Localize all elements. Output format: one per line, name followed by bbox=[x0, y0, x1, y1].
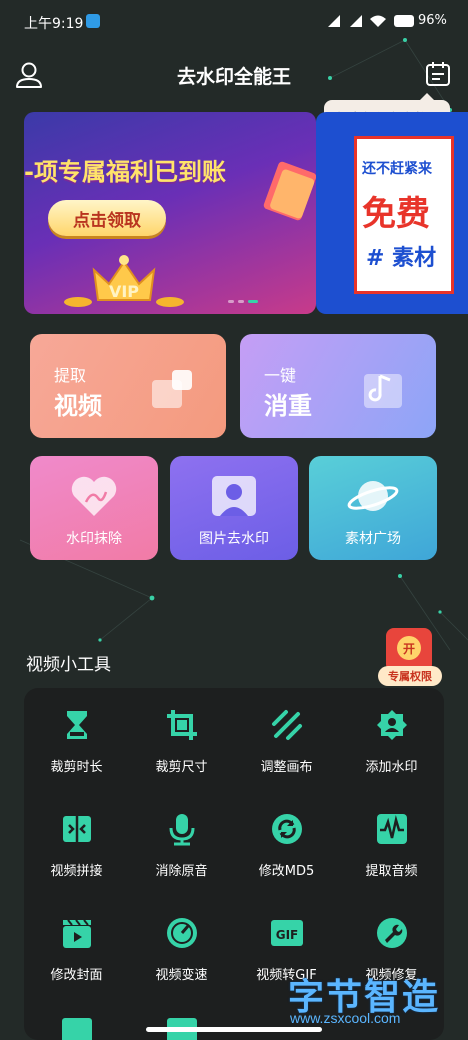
tool-label: 视频拼接 bbox=[50, 864, 103, 879]
svg-text:GIF: GIF bbox=[276, 928, 299, 942]
dedupe-card[interactable]: 一键 消重 bbox=[240, 334, 436, 438]
card-label: 素材广场 bbox=[345, 531, 401, 547]
red-packet-coin: 开 bbox=[397, 636, 421, 660]
banner2-line1: 还不赶紧来 bbox=[362, 161, 432, 177]
status-bar: 上午9:19 96% bbox=[0, 0, 468, 44]
tool-label: 消除原音 bbox=[155, 864, 208, 879]
notification-app-icon bbox=[86, 14, 100, 28]
tool-label: 修改封面 bbox=[50, 968, 103, 983]
tool-modify-md5[interactable]: 修改MD5 bbox=[234, 792, 339, 892]
tool-trim-duration[interactable]: 裁剪时长 bbox=[24, 688, 129, 788]
tool-remove-audio[interactable]: 消除原音 bbox=[129, 792, 234, 892]
promo-banner[interactable]: -项专属福利已到账 点击领取 VIP bbox=[24, 112, 316, 314]
tool-row4-icon-1 bbox=[62, 1018, 92, 1040]
image-watermark-card[interactable]: 图片去水印 bbox=[170, 456, 298, 560]
page-title: 去水印全能王 bbox=[176, 66, 291, 88]
canvas-stripes-icon bbox=[272, 710, 302, 740]
tool-crop-size[interactable]: 裁剪尺寸 bbox=[129, 688, 234, 788]
home-indicator[interactable] bbox=[146, 1027, 322, 1032]
heart-erase-icon bbox=[71, 476, 117, 516]
tool-adjust-canvas[interactable]: 调整画布 bbox=[234, 688, 339, 788]
app-header: 去水印全能王 bbox=[0, 52, 468, 100]
calendar-checkin-icon[interactable] bbox=[424, 60, 452, 88]
stamp-icon bbox=[377, 710, 407, 740]
card-label: 水印抹除 bbox=[66, 531, 122, 547]
tool-label: 添加水印 bbox=[365, 760, 418, 775]
banner2-line3: # 素材 bbox=[366, 246, 437, 271]
material-square-card[interactable]: 素材广场 bbox=[309, 456, 437, 560]
splice-icon bbox=[63, 816, 91, 842]
banner-pager bbox=[228, 300, 258, 303]
crop-icon bbox=[167, 710, 197, 740]
tool-label: 修改MD5 bbox=[258, 864, 315, 879]
extract-video-card[interactable]: 提取 视频 bbox=[30, 334, 226, 438]
battery-percent: 96% bbox=[418, 13, 447, 28]
tool-label: 提取音频 bbox=[365, 864, 418, 879]
red-packet-label: 专属权限 bbox=[378, 666, 442, 686]
tool-label: 裁剪时长 bbox=[50, 760, 103, 775]
wifi-icon bbox=[370, 15, 386, 27]
vip-badge-text: VIP bbox=[109, 282, 139, 301]
card-label: 图片去水印 bbox=[199, 531, 269, 547]
watermark-url: www.zsxcool.com bbox=[290, 1010, 401, 1026]
card-line2: 视频 bbox=[54, 392, 102, 420]
refresh-icon bbox=[272, 814, 302, 844]
microphone-icon bbox=[169, 814, 195, 846]
section-title: 视频小工具 bbox=[26, 655, 111, 675]
tool-label: 裁剪尺寸 bbox=[155, 760, 208, 775]
extract-video-icon bbox=[152, 370, 192, 408]
tool-add-watermark[interactable]: 添加水印 bbox=[339, 688, 444, 788]
gif-icon: GIF bbox=[271, 920, 303, 946]
promo-banner-next[interactable]: 还不赶紧来 免费 # 素材 bbox=[316, 112, 468, 314]
signal-icon-2 bbox=[350, 15, 362, 27]
vip-crown-graphic: VIP bbox=[64, 255, 184, 307]
tool-video-speed[interactable]: 视频变速 bbox=[129, 896, 234, 996]
music-film-icon bbox=[364, 374, 402, 408]
battery-icon bbox=[394, 15, 414, 27]
tool-label: 视频变速 bbox=[155, 968, 208, 983]
vip-red-packet[interactable]: 开 专属权限 bbox=[378, 628, 442, 688]
wrench-icon bbox=[377, 918, 407, 948]
waveform-icon bbox=[377, 814, 407, 844]
card-line1: 提取 bbox=[54, 366, 87, 385]
card-line2: 消重 bbox=[264, 392, 312, 420]
watermark-erase-card[interactable]: 水印抹除 bbox=[30, 456, 158, 560]
banner-title: -项专属福利已到账 bbox=[24, 158, 226, 186]
tool-extract-audio[interactable]: 提取音频 bbox=[339, 792, 444, 892]
hourglass-icon bbox=[67, 711, 87, 739]
portrait-icon bbox=[212, 476, 256, 516]
tool-video-splice[interactable]: 视频拼接 bbox=[24, 792, 129, 892]
planet-icon bbox=[347, 481, 399, 511]
card-line1: 一键 bbox=[264, 366, 297, 385]
card-coupon-graphic bbox=[263, 161, 316, 221]
status-time: 上午9:19 bbox=[24, 16, 84, 32]
banner2-line2: 免费 bbox=[362, 194, 430, 234]
speedometer-icon bbox=[167, 918, 197, 948]
clapper-icon bbox=[63, 919, 91, 948]
signal-icon bbox=[328, 15, 340, 27]
claim-button[interactable]: 点击领取 bbox=[48, 200, 166, 236]
tool-modify-cover[interactable]: 修改封面 bbox=[24, 896, 129, 996]
site-watermark: 字节智造 www.zsxcool.com bbox=[288, 968, 440, 1026]
tool-label: 调整画布 bbox=[260, 760, 313, 775]
